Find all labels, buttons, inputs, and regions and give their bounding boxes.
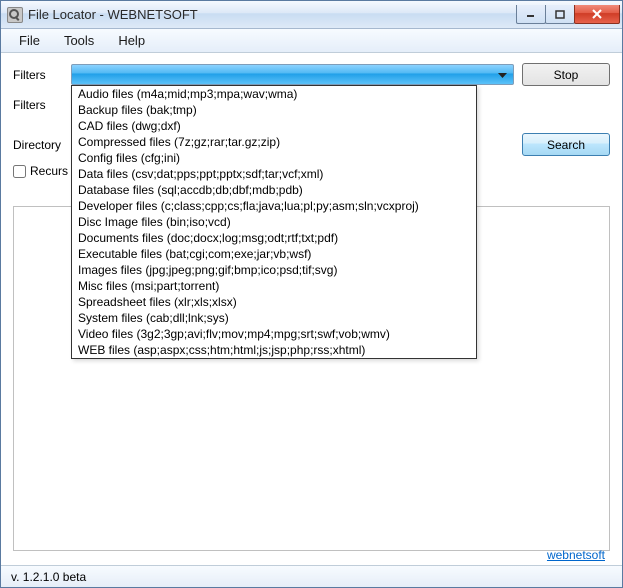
dropdown-item[interactable]: Backup files (bak;tmp): [72, 102, 476, 118]
dropdown-item[interactable]: CAD files (dwg;dxf): [72, 118, 476, 134]
directory-label: Directory: [13, 138, 63, 152]
dropdown-item[interactable]: Developer files (c;class;cpp;cs;fla;java…: [72, 198, 476, 214]
dropdown-item[interactable]: Spreadsheet files (xlr;xls;xlsx): [72, 294, 476, 310]
statusbar: v. 1.2.1.0 beta: [1, 565, 622, 587]
chevron-down-icon: [495, 68, 510, 83]
filters-combo-1[interactable]: [71, 64, 514, 85]
content-area: Filters Stop Filters Directory Search Re…: [1, 53, 622, 565]
dropdown-item[interactable]: Config files (cfg;ini): [72, 150, 476, 166]
recurse-label: Recurs: [30, 164, 68, 178]
minimize-button[interactable]: [516, 5, 546, 24]
stop-button[interactable]: Stop: [522, 63, 610, 86]
dropdown-item[interactable]: Video files (3g2;3gp;avi;flv;mov;mp4;mpg…: [72, 326, 476, 342]
filters-label-1: Filters: [13, 68, 63, 82]
search-button[interactable]: Search: [522, 133, 610, 156]
dropdown-item[interactable]: Executable files (bat;cgi;com;exe;jar;vb…: [72, 246, 476, 262]
window-title: File Locator - WEBNETSOFT: [28, 7, 517, 22]
close-button[interactable]: [574, 5, 620, 24]
dropdown-item[interactable]: Documents files (doc;docx;log;msg;odt;rt…: [72, 230, 476, 246]
menu-file[interactable]: File: [9, 30, 50, 51]
window-controls: [517, 5, 620, 24]
dropdown-item[interactable]: Misc files (msi;part;torrent): [72, 278, 476, 294]
webnetsoft-link[interactable]: webnetsoft: [547, 548, 605, 562]
recurse-checkbox[interactable]: [13, 165, 26, 178]
menu-tools[interactable]: Tools: [54, 30, 104, 51]
filters-dropdown-list: Audio files (m4a;mid;mp3;mpa;wav;wma)Bac…: [71, 85, 477, 359]
dropdown-item[interactable]: Compressed files (7z;gz;rar;tar.gz;zip): [72, 134, 476, 150]
maximize-button[interactable]: [545, 5, 575, 24]
titlebar[interactable]: File Locator - WEBNETSOFT: [1, 1, 622, 29]
app-icon: [7, 7, 23, 23]
app-window: File Locator - WEBNETSOFT File Tools Hel…: [0, 0, 623, 588]
dropdown-item[interactable]: Data files (csv;dat;pps;ppt;pptx;sdf;tar…: [72, 166, 476, 182]
dropdown-item[interactable]: Images files (jpg;jpeg;png;gif;bmp;ico;p…: [72, 262, 476, 278]
dropdown-item[interactable]: System files (cab;dll;lnk;sys): [72, 310, 476, 326]
filters-label-2: Filters: [13, 98, 63, 112]
menubar: File Tools Help: [1, 29, 622, 53]
dropdown-item[interactable]: Audio files (m4a;mid;mp3;mpa;wav;wma): [72, 86, 476, 102]
dropdown-item[interactable]: Disc Image files (bin;iso;vcd): [72, 214, 476, 230]
dropdown-item[interactable]: Database files (sql;accdb;db;dbf;mdb;pdb…: [72, 182, 476, 198]
version-label: v. 1.2.1.0 beta: [11, 570, 86, 584]
dropdown-item[interactable]: WEB files (asp;aspx;css;htm;html;js;jsp;…: [72, 342, 476, 358]
menu-help[interactable]: Help: [108, 30, 155, 51]
